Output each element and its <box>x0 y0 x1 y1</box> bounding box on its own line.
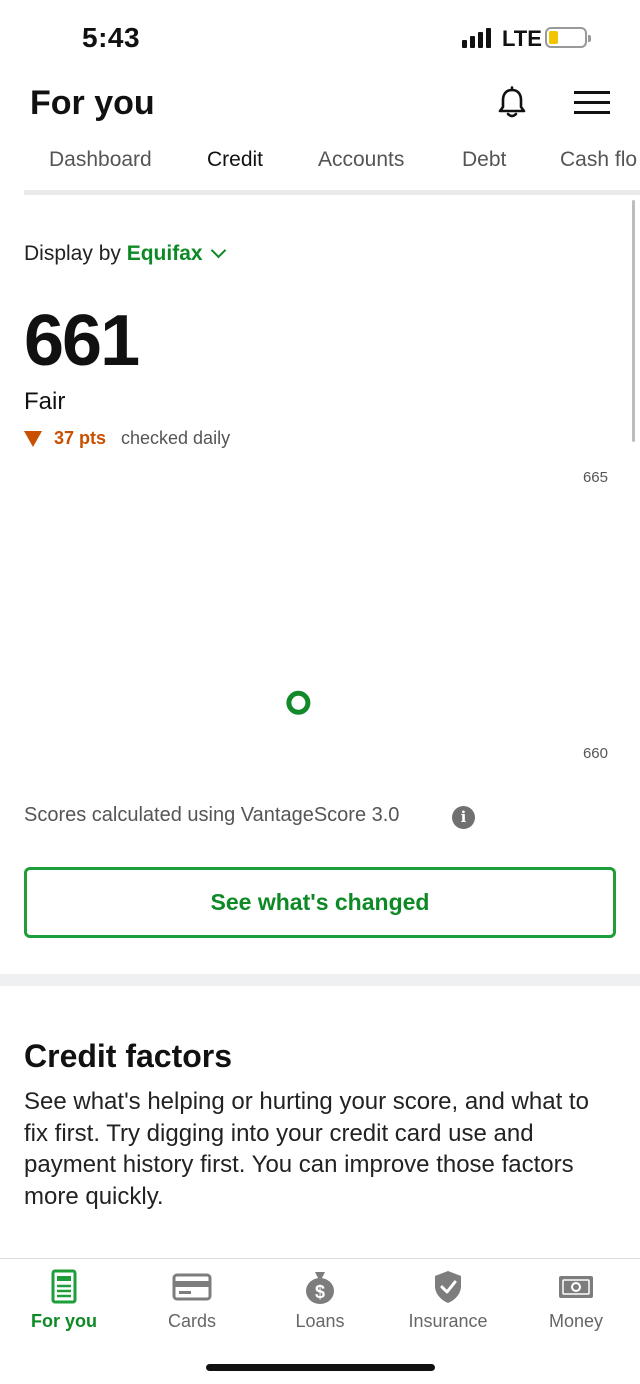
svg-text:$: $ <box>315 1282 325 1302</box>
network-label: LTE <box>502 26 542 51</box>
credit-card-icon <box>172 1273 212 1301</box>
nav-label: Cards <box>167 1311 216 1331</box>
page-title: For you <box>30 84 155 122</box>
battery-icon <box>545 27 591 48</box>
score-data-point[interactable] <box>286 690 311 715</box>
bureau-name[interactable]: Equifax <box>127 242 203 265</box>
y-tick-label-bottom: 660 <box>583 745 608 762</box>
home-indicator[interactable] <box>206 1364 435 1371</box>
tab-dashboard[interactable]: Dashboard <box>49 148 152 190</box>
tab-accounts[interactable]: Accounts <box>318 148 404 190</box>
credit-factors-description: See what's helping or hurting your score… <box>24 1088 589 1210</box>
nav-label: Insurance <box>408 1311 488 1331</box>
signal-icon <box>462 28 494 48</box>
nav-insurance[interactable]: Insurance <box>384 1259 512 1349</box>
credit-factors-title: Credit factors <box>24 1038 233 1074</box>
score-rating: Fair <box>24 388 66 415</box>
chevron-down-icon[interactable] <box>210 242 226 259</box>
see-whats-changed-button[interactable]: See what's changed <box>24 867 616 938</box>
menu-icon[interactable] <box>574 90 610 116</box>
update-frequency: checked daily <box>121 428 231 448</box>
status-time: 5:43 <box>82 22 141 53</box>
bell-icon[interactable] <box>495 86 529 120</box>
nav-for-you[interactable]: For you <box>0 1259 128 1349</box>
nav-label: Loans <box>295 1311 345 1331</box>
nav-money[interactable]: Money <box>512 1259 640 1349</box>
scrollbar[interactable] <box>632 200 635 442</box>
nav-label: For you <box>31 1311 97 1331</box>
tab-credit[interactable]: Credit <box>207 148 263 190</box>
info-icon[interactable]: i <box>452 806 475 829</box>
shield-check-icon <box>435 1271 461 1303</box>
nav-label: Money <box>548 1311 604 1331</box>
section-divider <box>0 974 640 986</box>
nav-cards[interactable]: Cards <box>128 1259 256 1349</box>
display-by-label: Display by <box>24 242 121 265</box>
tab-debt[interactable]: Debt <box>462 148 506 190</box>
nav-loans[interactable]: $ Loans <box>256 1259 384 1349</box>
active-tab-indicator <box>182 190 293 195</box>
document-icon <box>51 1269 77 1304</box>
down-triangle-icon <box>24 431 42 447</box>
tab-cash-flow[interactable]: Cash flo <box>560 148 637 190</box>
banknote-icon <box>559 1276 593 1298</box>
credit-score: 661 <box>24 301 140 381</box>
score-model-note: Scores calculated using VantageScore 3.0 <box>24 804 400 826</box>
y-tick-label-top: 665 <box>583 469 608 486</box>
money-bag-icon: $ <box>306 1272 334 1304</box>
bureau-selector[interactable]: Display by Equifax <box>24 242 226 266</box>
change-points: 37 pts <box>54 428 107 448</box>
status-bar: 5:43 LTE <box>0 0 640 76</box>
tab-bar: Dashboard Credit Accounts Debt Cash flo <box>24 140 640 195</box>
score-chart: 665 660 <box>286 469 608 762</box>
